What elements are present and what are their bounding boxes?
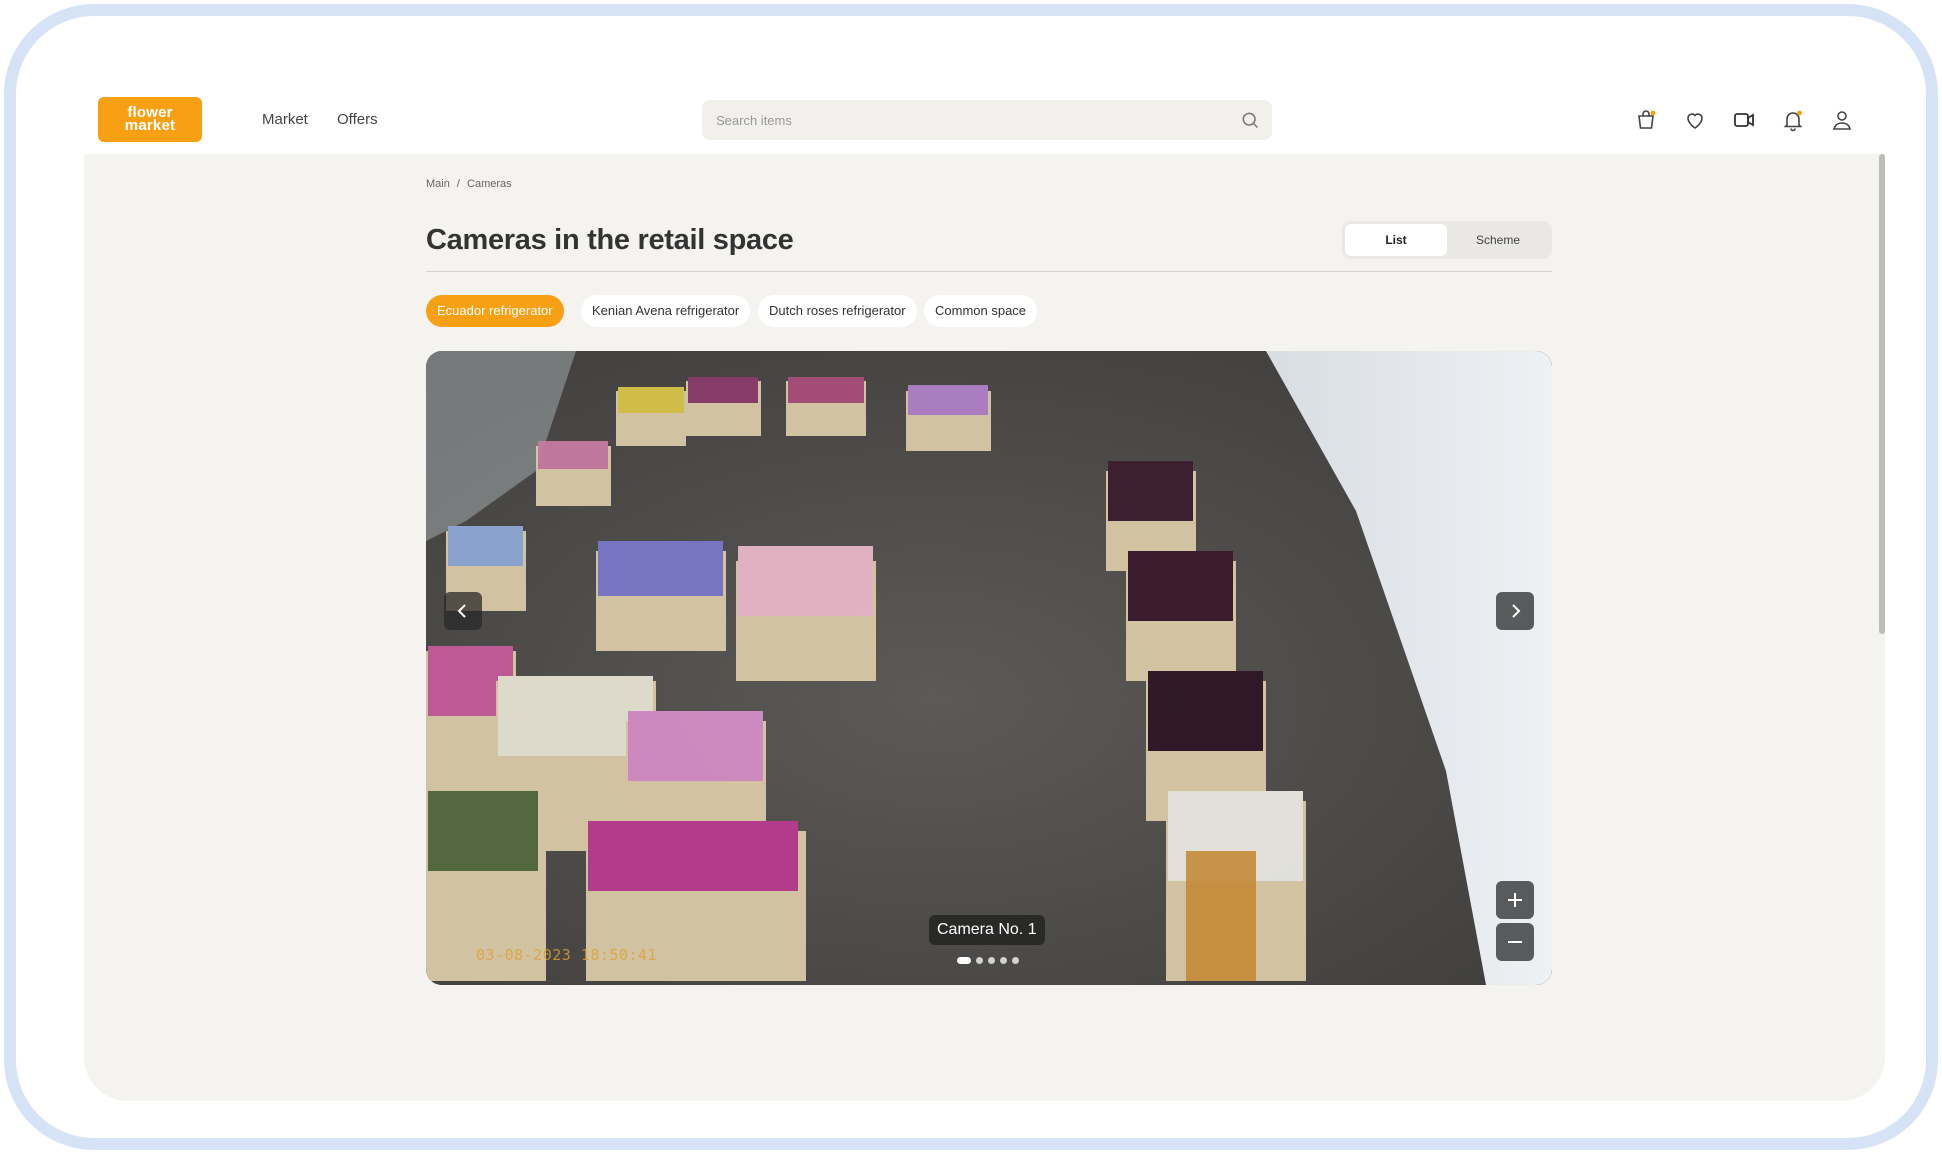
zoom-out-icon: [1508, 941, 1522, 943]
search-bar: [702, 100, 1272, 140]
main-content: Main / Cameras Cameras in the retail spa…: [84, 154, 1885, 1101]
heart-icon[interactable]: [1683, 108, 1707, 132]
breadcrumb: Main / Cameras: [426, 178, 516, 190]
nav-offers[interactable]: Offers: [337, 111, 378, 128]
nav-market[interactable]: Market: [262, 111, 308, 128]
zoom-in-icon: [1508, 893, 1522, 907]
camera-label: Camera No. 1: [929, 915, 1045, 945]
user-icon[interactable]: [1830, 108, 1854, 132]
title-divider: [426, 271, 1552, 272]
chevron-left-icon: [457, 604, 466, 618]
view-scheme-tab[interactable]: Scheme: [1447, 224, 1549, 256]
scrollbar-thumb[interactable]: [1879, 154, 1885, 634]
prev-camera-button[interactable]: [444, 592, 482, 630]
view-list-tab[interactable]: List: [1345, 224, 1447, 256]
filter-ecuador-refrigerator[interactable]: Ecuador refrigerator: [426, 295, 564, 327]
page-title: Cameras in the retail space: [426, 224, 794, 256]
slide-dot-1[interactable]: [957, 957, 971, 964]
slide-dot-5[interactable]: [1012, 957, 1019, 964]
cart-icon[interactable]: [1634, 108, 1658, 132]
top-bar: flower market Market Offers: [84, 86, 1885, 154]
video-camera-icon[interactable]: [1732, 108, 1756, 132]
bell-icon[interactable]: [1781, 108, 1805, 132]
logo[interactable]: flower market: [98, 97, 202, 142]
zoom-in-button[interactable]: [1496, 881, 1534, 919]
slide-dot-4[interactable]: [1000, 957, 1007, 964]
device-frame: flower market Market Offers Search items…: [4, 4, 1938, 1150]
camera-timestamp: 03-08-2023 18:50:41: [476, 946, 658, 964]
filter-dutch-roses-refrigerator[interactable]: Dutch roses refrigerator: [758, 295, 917, 327]
camera-feed-image: [426, 351, 1552, 985]
view-toggle: List Scheme: [1342, 221, 1552, 259]
slide-dot-2[interactable]: [976, 957, 983, 964]
zoom-out-button[interactable]: [1496, 923, 1534, 961]
breadcrumb-separator: /: [456, 178, 460, 190]
breadcrumb-cameras: Cameras: [467, 178, 512, 190]
scrollbar[interactable]: [1879, 154, 1885, 1101]
app-screen: flower market Market Offers Search items…: [84, 86, 1885, 1101]
next-camera-button[interactable]: [1496, 592, 1534, 630]
filter-common-space[interactable]: Common space: [924, 295, 1038, 327]
chevron-right-icon: [1512, 604, 1521, 618]
camera-viewer[interactable]: 03-08-2023 18:50:41 Camera No. 1: [426, 351, 1552, 985]
breadcrumb-main[interactable]: Main: [426, 178, 450, 190]
search-icon[interactable]: [1240, 110, 1260, 130]
logo-line-2: market: [124, 117, 176, 134]
slide-dot-3[interactable]: [988, 957, 995, 964]
filter-kenian-avena-refrigerator[interactable]: Kenian Avena refrigerator: [581, 295, 751, 327]
search-input[interactable]: [702, 100, 1272, 140]
